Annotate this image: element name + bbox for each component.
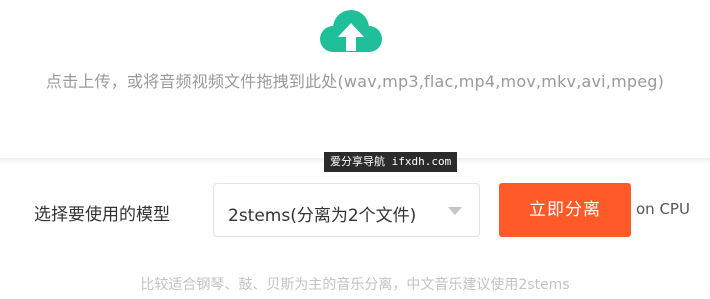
watermark-label: 爱分享导航 ifxdh.com: [324, 152, 458, 172]
device-label: on CPU: [636, 200, 690, 218]
page: 点击上传，或将音频视频文件拖拽到此处(wav,mp3,flac,mp4,mov,…: [0, 0, 710, 299]
upload-prompt-text: 点击上传，或将音频视频文件拖拽到此处(wav,mp3,flac,mp4,mov,…: [45, 72, 665, 91]
upload-dropzone[interactable]: 点击上传，或将音频视频文件拖拽到此处(wav,mp3,flac,mp4,mov,…: [0, 0, 710, 160]
model-selected-value: 2stems(分离为2个文件): [228, 206, 417, 226]
model-select-label: 选择要使用的模型: [34, 205, 170, 225]
model-hint-text: 比较适合钢琴、鼓、贝斯为主的音乐分离，中文音乐建议使用2stems: [140, 277, 570, 293]
cloud-upload-icon: [320, 10, 382, 52]
separate-now-button[interactable]: 立即分离: [499, 183, 631, 237]
chevron-down-icon: [448, 207, 462, 215]
model-select-dropdown[interactable]: 2stems(分离为2个文件): [213, 183, 480, 237]
